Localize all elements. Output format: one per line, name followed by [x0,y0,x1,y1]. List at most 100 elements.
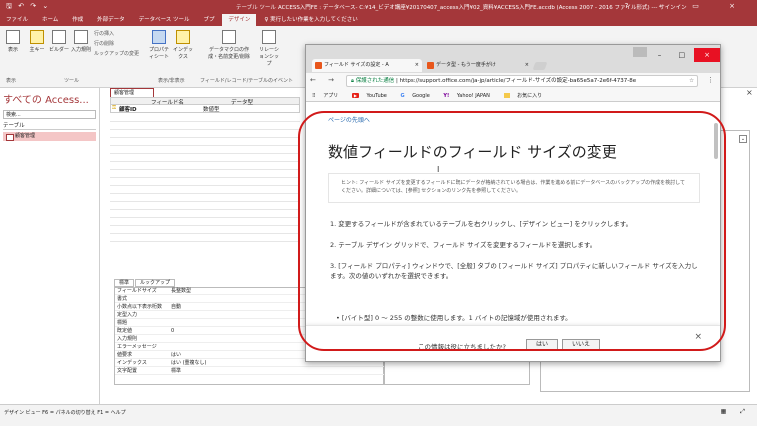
minimize-button[interactable]: – [650,48,670,62]
bookmark-favorites[interactable]: お気に入り [498,93,542,99]
close-tab-icon[interactable]: × [415,59,419,72]
nav-pane-header[interactable]: すべての Access... [0,88,99,109]
group-tools: ツール [64,78,80,84]
grid-line [110,161,300,162]
validation-icon [74,30,88,44]
yahoo-icon: Y! [443,93,450,99]
delete-rows-button[interactable]: 行の削除 [94,40,114,47]
step-item: 3. [フィールド プロパティ] ウィンドウで、[全般] タブの [フィールド … [330,262,698,280]
tab-create[interactable]: 作成 [66,14,89,26]
property-sheet-icon [152,30,166,44]
insert-rows-button[interactable]: 行の挿入 [94,30,114,37]
article-title: 数値フィールドのフィールド サイズの変更 [328,143,617,161]
data-type-cell[interactable]: 数値型 [203,105,220,113]
grid-line [110,201,300,202]
property-tabs: 標準 ルックアップ [114,279,176,287]
browser-menu-icon[interactable]: ⋮ [707,76,714,84]
grid-line [110,193,300,194]
field-row[interactable]: ⚿ 顧客ID 数値型 [110,105,300,113]
window-controls[interactable]: ? – ▭ × [625,2,749,10]
view-button[interactable]: 表示 [2,30,24,53]
chevron-down-icon[interactable]: ⌄ [739,135,747,143]
nav-section-tables[interactable]: テーブル [3,121,96,130]
group-view: 表示 [6,78,17,84]
field-grid-header: フィールド名 データ型 [110,97,300,106]
maximize-button[interactable]: □ [672,48,692,62]
address-bar[interactable]: 🔒︎ 保護された通信 | https://support.office.com/… [346,75,698,87]
grid-line [110,209,300,210]
grid-line [110,177,300,178]
tab-help[interactable]: ブプ [197,14,220,26]
status-text: デザイン ビュー F6 = パネルの切り替え F1 = ヘルプ [4,410,126,416]
grid-line [110,153,300,154]
feedback-bar: この情報は役に立ちましたか? はい いいえ × [306,325,720,361]
office-favicon-icon [427,62,434,69]
tab-database-tools[interactable]: データベース ツール [133,14,196,26]
bookmark-youtube[interactable]: ▶ YouTube [346,93,387,99]
feedback-no-button[interactable]: いいえ [562,339,601,350]
feedback-yes-button[interactable]: はい [526,339,559,350]
property-sheet-button[interactable]: プロパティシート [148,30,170,60]
primary-key-button[interactable]: 主キー [26,30,48,53]
macro-icon [222,30,236,44]
relationships-button[interactable]: リレーションシップ [258,30,280,67]
tab-file[interactable]: ファイル [0,14,34,26]
ribbon-tabs: ファイル ホーム 作成 外部データ データベース ツール ブプ デザイン ♀ 実… [0,14,757,26]
google-icon: G [400,93,405,99]
youtube-icon: ▶ [351,93,359,98]
bookmark-apps[interactable]: ⠿ アプリ [312,93,338,99]
profile-icon[interactable] [633,47,648,57]
folder-icon [503,93,510,98]
step-item: 2. テーブル デザイン グリッドで、フィールド サイズを変更するフィールドを選… [330,241,597,249]
bookmark-star-icon[interactable]: ☆ [689,76,694,86]
tab-general[interactable]: 標準 [114,279,135,287]
bookmarks-bar: ⠿ アプリ ▶ YouTube G Google Y! Yahoo! JAPAN… [306,89,720,102]
property-row[interactable]: 文字配置 標準 [115,368,385,375]
document-tab[interactable]: 顧客管理 [110,88,154,97]
field-name-cell[interactable]: 顧客ID [119,105,137,113]
grid-line [110,217,300,218]
step-item: 1. 変更するフィールドが含まれているテーブルを右クリックし、[デザイン ビュー… [330,220,633,228]
grid-line [110,185,300,186]
builder-button[interactable]: ビルダー [48,30,70,53]
page-scrollbar[interactable] [714,123,718,159]
modify-lookups-button[interactable]: ルックアップの変更 [94,50,139,57]
url-text[interactable]: https://support.office.com/ja-jp/article… [400,78,637,84]
nav-item-table[interactable]: 顧客管理 [3,132,96,141]
tell-me-box[interactable]: ♀ 実行したい作業を入力してください [258,14,363,26]
lock-icon: 🔒︎ [351,78,354,84]
nav-search-input[interactable]: 検索... [3,110,96,119]
validation-button[interactable]: 入力規則 [70,30,92,53]
browser-window-controls: – □ × [633,45,720,62]
tab-design[interactable]: デザイン [222,14,257,26]
grid-line [110,145,300,146]
tip-box: ヒント: フィールド サイズを変更するフィールドに既にデータが格納されている場合… [328,173,700,203]
bookmark-google[interactable]: G Google [394,93,429,99]
close-icon[interactable]: × [746,88,753,97]
tab-home[interactable]: ホーム [36,14,64,26]
close-icon[interactable]: × [694,332,702,342]
builder-icon [52,30,66,44]
browser-window: フィールド サイズの設定 - A × データ型 - もう一度手がけ × – □ … [305,44,721,362]
grid-line [110,169,300,170]
data-macros-button[interactable]: データマクロの作成・名前変更/削除 [206,30,252,60]
indexes-button[interactable]: インデックス [172,30,194,60]
quick-access-toolbar[interactable]: 🖫 ↶ ↷ ⌄ [6,2,50,13]
group-show-hide: 表示/非表示 [158,78,185,84]
bookmark-yahoo[interactable]: Y! Yahoo! JAPAN [437,93,489,99]
new-tab-button[interactable] [532,62,548,70]
grid-line [110,129,300,130]
tab-external-data[interactable]: 外部データ [91,14,131,26]
close-window-button[interactable]: × [694,48,720,62]
tab-lookup[interactable]: ルックアップ [135,279,176,287]
office-favicon-icon [315,62,322,69]
back-to-top-link[interactable]: ページの先頭へ [328,115,370,124]
browser-tab-active[interactable]: フィールド サイズの設定 - A × [312,59,422,72]
view-switcher-icons[interactable]: ▦ ⤢ [721,408,751,416]
navigation-pane: すべての Access... 検索... テーブル 顧客管理 [0,88,100,404]
grid-line [110,137,300,138]
feedback-question: この情報は役に立ちましたか? [418,343,506,351]
browser-tab[interactable]: データ型 - もう一度手がけ × [424,59,532,72]
close-tab-icon[interactable]: × [525,59,529,72]
grid-line [110,121,300,122]
